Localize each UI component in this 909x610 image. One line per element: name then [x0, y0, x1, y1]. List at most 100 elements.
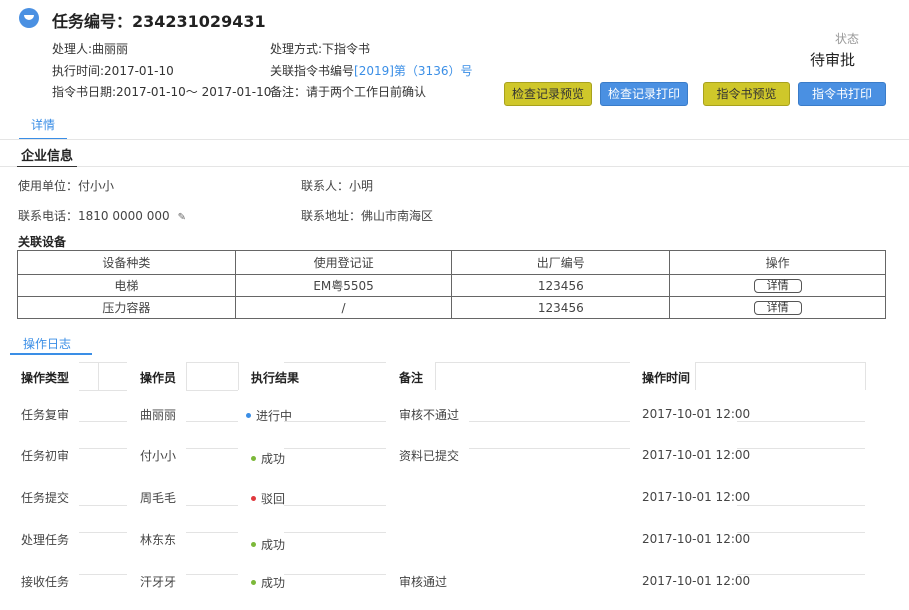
log-header-line	[238, 362, 239, 390]
order-date-text: 指令书日期:2017-01-10〜 2017-01-10	[52, 85, 272, 99]
related-order-link[interactable]: [2019]第（3136）号	[354, 64, 472, 78]
log-time: 2017-10-01 12:00	[642, 574, 751, 588]
log-row-line	[186, 505, 238, 506]
log-header-line	[186, 362, 187, 390]
tab-log-indicator	[10, 353, 92, 355]
status-value: 待审批	[810, 51, 856, 69]
company-phone: 联系电话：1810 0000 000 ✎	[18, 207, 186, 224]
log-row-line	[79, 505, 127, 506]
log-type: 接收任务	[21, 575, 70, 589]
status-dot-icon	[251, 542, 256, 547]
company-unit: 使用单位：付小小	[18, 179, 115, 193]
log-col-type: 操作类型	[21, 371, 70, 385]
log-col-remark: 备注	[399, 371, 424, 385]
log-time: 2017-10-01 12:00	[642, 490, 751, 504]
log-header-line	[98, 362, 99, 390]
log-row-line	[284, 574, 386, 575]
edit-icon[interactable]: ✎	[178, 212, 186, 223]
log-result-text: 成功	[261, 538, 286, 552]
task-icon	[19, 8, 39, 28]
log-header-line	[79, 390, 127, 391]
log-row-line	[469, 448, 630, 449]
log-result: 驳回	[251, 490, 285, 507]
log-result-text: 驳回	[261, 492, 286, 506]
devices-col-action: 操作	[669, 250, 886, 275]
company-contact: 联系人：小明	[301, 179, 374, 193]
status-dot-icon	[251, 580, 256, 585]
remark-text: 备注：请于两个工作日前确认	[270, 85, 427, 99]
devices-section-title: 关联设备	[18, 235, 67, 249]
devices-col-serial: 出厂编号	[451, 250, 671, 275]
log-time: 2017-10-01 12:00	[642, 407, 751, 421]
log-row-line	[79, 532, 127, 533]
log-result-text: 成功	[261, 452, 286, 466]
log-header-line	[865, 362, 866, 390]
status-dot-icon	[246, 413, 251, 418]
log-row-line	[284, 448, 386, 449]
status-dot-icon	[251, 456, 256, 461]
devices-col-type: 设备种类	[17, 250, 236, 275]
check-record-print-button[interactable]: 检查记录打印	[600, 82, 688, 106]
log-remark: 资料已提交	[399, 449, 460, 463]
log-row-line	[284, 532, 386, 533]
log-row-line	[737, 574, 865, 575]
handler-text: 处理人:曲丽丽	[52, 42, 129, 56]
device-action: 详情	[669, 274, 886, 297]
log-header-line	[186, 390, 238, 391]
device-cert: /	[234, 296, 453, 319]
order-preview-button[interactable]: 指令书预览	[703, 82, 790, 106]
log-row-line	[186, 421, 238, 422]
log-header-line	[435, 362, 436, 390]
log-row-line	[79, 421, 127, 422]
log-row-line	[469, 421, 630, 422]
log-col-time: 操作时间	[642, 371, 691, 385]
company-divider	[0, 166, 909, 167]
related-order-label: 关联指令书编号	[270, 64, 355, 78]
exec-time-text: 执行时间:2017-01-10	[52, 64, 174, 78]
log-row-line	[79, 448, 127, 449]
log-remark: 审核不通过	[399, 408, 460, 422]
log-operator: 曲丽丽	[140, 408, 177, 422]
table-row: 电梯 EM粤5505 123456 详情	[17, 274, 886, 297]
log-result-text: 成功	[261, 576, 286, 590]
log-type: 任务提交	[21, 491, 70, 505]
log-header-line	[284, 362, 386, 363]
log-row-line	[284, 421, 386, 422]
company-section-title: 企业信息	[21, 149, 74, 164]
log-result: 成功	[251, 536, 285, 553]
log-result: 成功	[251, 450, 285, 467]
company-phone-text: 联系电话：1810 0000 000	[18, 209, 170, 223]
device-serial: 123456	[451, 274, 671, 297]
log-col-result: 执行结果	[251, 371, 300, 385]
device-cert: EM粤5505	[234, 274, 453, 297]
devices-table-header: 设备种类 使用登记证 出厂编号 操作	[17, 250, 886, 275]
method-text: 处理方式:下指令书	[270, 42, 371, 56]
log-row-line	[737, 505, 865, 506]
log-type: 任务初审	[21, 449, 70, 463]
device-serial: 123456	[451, 296, 671, 319]
log-header-line	[695, 362, 696, 390]
status-label: 状态	[835, 32, 860, 46]
device-type: 压力容器	[17, 296, 236, 319]
check-record-preview-button[interactable]: 检查记录预览	[504, 82, 592, 106]
device-detail-button[interactable]: 详情	[753, 301, 802, 315]
device-type: 电梯	[17, 274, 236, 297]
log-time: 2017-10-01 12:00	[642, 448, 751, 462]
log-row-line	[186, 574, 238, 575]
tab-operation-log[interactable]: 操作日志	[23, 335, 71, 352]
log-row-line	[737, 421, 865, 422]
order-print-button[interactable]: 指令书打印	[798, 82, 886, 106]
device-action: 详情	[669, 296, 886, 319]
log-time: 2017-10-01 12:00	[642, 532, 751, 546]
status-dot-icon	[251, 496, 256, 501]
log-operator: 林东东	[140, 533, 177, 547]
device-detail-button[interactable]: 详情	[753, 279, 802, 293]
tab-detail[interactable]: 详情	[31, 116, 55, 133]
devices-table: 设备种类 使用登记证 出厂编号 操作 电梯 EM粤5505 123456 详情 …	[17, 250, 886, 319]
table-row: 压力容器 / 123456 详情	[17, 296, 886, 319]
log-operator: 汗牙牙	[140, 575, 177, 589]
log-result: 成功	[251, 574, 285, 591]
log-row-line	[737, 532, 865, 533]
related-order: 关联指令书编号[2019]第（3136）号	[270, 62, 472, 79]
log-operator: 付小小	[140, 449, 177, 463]
